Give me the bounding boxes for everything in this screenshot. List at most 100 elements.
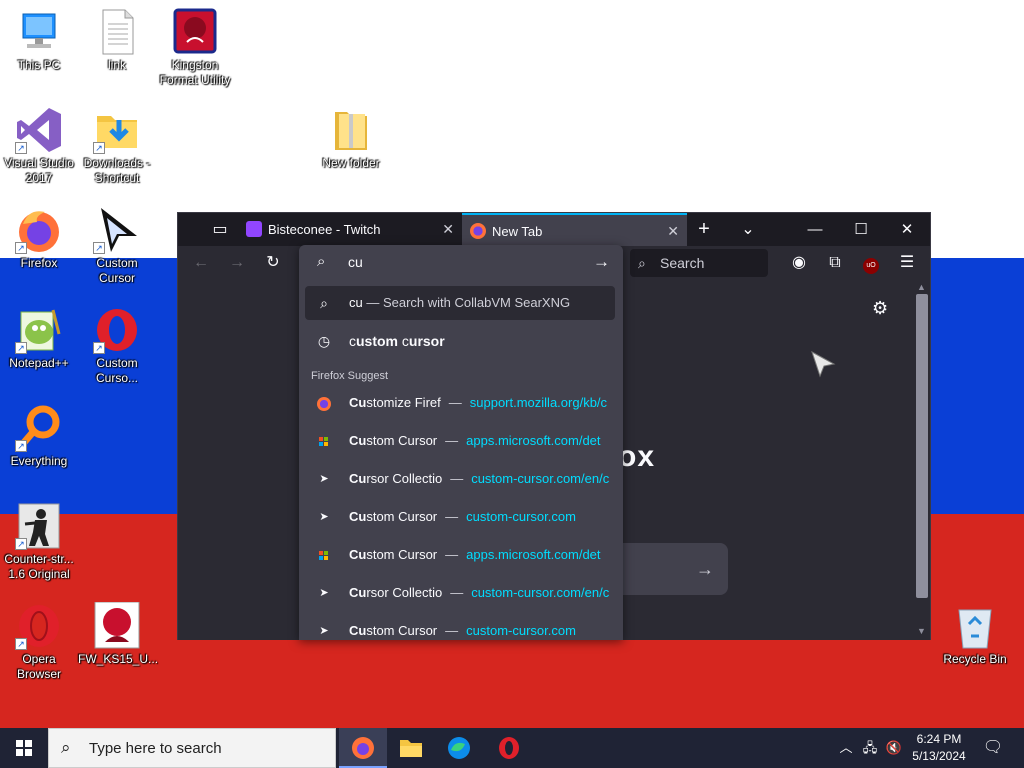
taskbar-file-explorer[interactable] [387, 728, 435, 768]
desktop-icon-link[interactable]: link [78, 8, 156, 73]
forward-arrow-icon[interactable]: → [224, 250, 250, 276]
desktop-icon-custom-cursor[interactable]: ↗ Custom Cursor [78, 206, 156, 286]
taskbar-firefox[interactable] [339, 728, 387, 768]
shortcut-arrow-icon: ↗ [15, 440, 27, 452]
desktop-icon-opera-browser[interactable]: ↗ Opera Browser [0, 602, 78, 682]
kingston-icon [171, 8, 219, 56]
result-match-text: Cu [349, 395, 367, 410]
taskbar-opera[interactable] [485, 728, 533, 768]
desktop-icon-firefox[interactable]: ↗ Firefox [0, 206, 78, 271]
scrollbar-thumb[interactable] [916, 294, 928, 598]
result-search-suggestion[interactable]: ⌕ cu — Search with CollabVM SearXNG [305, 286, 615, 320]
this-pc-icon [15, 8, 63, 56]
notifications-icon[interactable]: 🗨 [978, 728, 1008, 768]
cursor-icon: ➤ [319, 511, 329, 523]
result-match-text: Cu [349, 547, 367, 562]
history-bold-part: c [401, 333, 409, 349]
result-query: cu [349, 295, 363, 310]
result-suggestion[interactable]: ➤ Cursor Collectio — custom-cursor.com/en/c [305, 576, 615, 610]
result-suggestion[interactable]: ➤ Cursor Collectio — custom-cursor.com/en/c [305, 462, 615, 496]
result-suggestion[interactable]: Custom Cursor — apps.microsoft.com/det [305, 424, 615, 458]
search-icon: ⌕ [317, 253, 326, 270]
result-separator: — [445, 623, 459, 638]
close-window-icon[interactable]: ✕ [884, 213, 930, 246]
page-scrollbar[interactable]: ▲ ▼ [914, 280, 930, 640]
firefox-icon [352, 737, 374, 759]
list-all-tabs-chevron-icon[interactable]: ⌄ [728, 213, 768, 246]
scroll-down-icon[interactable]: ▼ [917, 626, 926, 636]
desktop-icon-fw-ks15[interactable]: FW_KS15_U... [78, 601, 159, 667]
scroll-up-icon[interactable]: ▲ [917, 282, 926, 292]
edge-icon [448, 737, 470, 759]
search-bar[interactable]: ⌕ Search [630, 249, 768, 277]
clock[interactable]: 6:24 PM 5/13/2024 [906, 731, 972, 765]
tab-twitch[interactable]: Bisteconee - Twitch ✕ [238, 213, 462, 246]
urlbar-input[interactable]: ⌕ cu → [299, 245, 623, 279]
counter-strike-icon: ↗ [15, 502, 63, 550]
ublock-origin-icon[interactable]: uO [858, 250, 884, 276]
desktop-icon-recycle-bin[interactable]: Recycle Bin [936, 602, 1014, 667]
go-arrow-icon[interactable]: → [593, 252, 610, 272]
downloads-folder-icon: ↗ [93, 106, 141, 154]
new-tab-plus-icon[interactable]: + [684, 213, 724, 246]
desktop-icon-label: Counter-str... 1.6 Original [4, 552, 74, 581]
desktop-icon-label: Kingston Format Utility [159, 58, 231, 87]
cursor-icon: ➤ [319, 473, 329, 485]
firefox-wordmark: ox [618, 440, 656, 473]
menu-hamburger-icon[interactable]: ☰ [894, 250, 920, 276]
desktop-icon-label: Custom Cursor [96, 256, 138, 285]
volume-muted-icon[interactable]: 🔇 [882, 728, 906, 768]
result-separator: — [450, 585, 464, 600]
desktop-icon-downloads-shortcut[interactable]: ↗ Downloads - Shortcut [78, 106, 156, 186]
result-suggestion[interactable]: ➤ Custom Cursor — custom-cursor.com [305, 500, 615, 534]
desktop-icon-this-pc[interactable]: This PC [0, 8, 78, 73]
account-icon[interactable]: ◉ [786, 250, 812, 276]
close-tab-icon[interactable]: ✕ [667, 215, 679, 248]
desktop-icon-label: FW_KS15_U... [78, 652, 159, 666]
maximize-icon[interactable]: ☐ [838, 213, 884, 246]
everything-search-icon: ↗ [15, 404, 63, 452]
result-suggestion[interactable]: Custom Cursor — apps.microsoft.com/det [305, 538, 615, 572]
desktop-icon-label: New folder [322, 156, 380, 170]
desktop-icon-kingston-format-utility[interactable]: Kingston Format Utility [156, 8, 234, 88]
result-suggestion[interactable]: Customize Firef — support.mozilla.org/kb/c [305, 386, 615, 420]
shortcut-arrow-icon: ↗ [15, 342, 27, 354]
desktop-icon-label: Opera Browser [16, 652, 61, 681]
reload-icon[interactable]: ↻ [260, 250, 286, 276]
desktop-icon-everything[interactable]: ↗ Everything [0, 404, 78, 469]
network-icon[interactable]: 🖧 [858, 728, 882, 768]
windows-logo-icon [16, 740, 32, 756]
settings-gear-icon[interactable]: ⚙ [872, 298, 888, 319]
desktop-icon-new-folder[interactable]: New folder [312, 106, 390, 171]
result-history[interactable]: ◷ custom cursor [305, 324, 615, 358]
cursor-icon: ➤ [319, 587, 329, 599]
start-button[interactable] [0, 728, 48, 768]
desktop-icon-visual-studio-2017[interactable]: ↗ Visual Studio 2017 [0, 106, 78, 186]
tab-bar: ▭ Bisteconee - Twitch ✕ New Tab ✕ + ⌄ — … [178, 213, 930, 246]
firefox-icon: ↗ [15, 206, 63, 254]
taskbar-edge[interactable] [435, 728, 483, 768]
tab-new-tab[interactable]: New Tab ✕ [462, 213, 687, 246]
close-tab-icon[interactable]: ✕ [442, 213, 454, 246]
result-title: rsor Collectio [366, 471, 443, 486]
extensions-icon[interactable]: ⧉ [822, 250, 848, 276]
minimize-icon[interactable]: — [792, 213, 838, 246]
tab-label: Bisteconee - Twitch [268, 222, 381, 237]
ntp-search-box[interactable]: → [618, 543, 728, 595]
tab-label: New Tab [492, 224, 543, 239]
visual-studio-icon: ↗ [15, 106, 63, 154]
shortcut-arrow-icon: ↗ [93, 142, 105, 154]
taskbar-search-box[interactable]: ⌕ Type here to search [48, 728, 336, 768]
result-title: stom Cursor [366, 509, 438, 524]
back-arrow-icon[interactable]: ← [188, 250, 214, 276]
desktop-icon-counter-strike[interactable]: ↗ Counter-str... 1.6 Original [0, 502, 78, 582]
result-separator: — [448, 395, 462, 410]
desktop-icon-custom-curso[interactable]: ↗ Custom Curso... [78, 306, 156, 386]
result-suggestion[interactable]: ➤ Custom Cursor — custom-cursor.com [305, 614, 615, 640]
opera-icon: ↗ [93, 306, 141, 354]
show-hidden-icons-chevron-icon[interactable]: ︿ [836, 728, 856, 768]
firefox-view-icon[interactable]: ▭ [200, 213, 240, 246]
desktop-icon-notepad-plus-plus[interactable]: ↗ Notepad++ [0, 306, 78, 371]
shortcut-arrow-icon: ↗ [93, 342, 105, 354]
result-search-engine-text: — Search with CollabVM SearXNG [362, 295, 571, 310]
